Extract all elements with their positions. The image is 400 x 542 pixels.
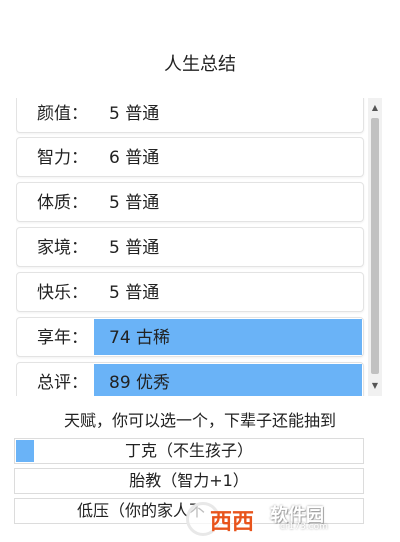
stat-label: 智力：	[37, 148, 88, 168]
stat-label: 体质：	[37, 193, 88, 213]
stat-value: 5 普通	[109, 104, 160, 124]
talent-option-dink[interactable]: 丁克（不生孩子）	[14, 438, 364, 464]
talent-option-label: 胎教（智力+1）	[129, 471, 249, 490]
talent-prompt: 天赋，你可以选一个，下辈子还能抽到	[63, 411, 336, 430]
stat-label: 总评：	[37, 373, 88, 393]
stat-value: 5 普通	[109, 238, 160, 258]
scrollbar[interactable]: ▲ ▼	[368, 98, 382, 396]
stat-value: 89 优秀	[109, 373, 171, 393]
stat-label: 快乐：	[37, 283, 88, 303]
selected-indicator	[16, 440, 34, 462]
watermark-brand-icon: 西西	[210, 510, 255, 535]
stat-value: 5 普通	[109, 193, 160, 213]
watermark-url: cr173.com	[280, 522, 328, 532]
stat-value: 6 普通	[109, 148, 160, 168]
stat-row-lifespan: 享年： 74 古稀	[16, 317, 364, 357]
page-title: 人生总结	[164, 54, 236, 75]
stat-row-intelligence: 智力： 6 普通	[16, 137, 364, 177]
scroll-down-arrow-icon[interactable]: ▼	[368, 378, 382, 394]
stat-label: 享年：	[37, 328, 88, 348]
stat-row-rating: 总评： 89 优秀	[16, 362, 364, 396]
stat-row-happiness: 快乐： 5 普通	[16, 272, 364, 312]
stat-label: 家境：	[37, 238, 88, 258]
summary-list[interactable]: 颜值： 5 普通 智力： 6 普通 体质： 5 普通 家境： 5 普通 快乐： …	[16, 98, 368, 396]
scroll-up-arrow-icon[interactable]: ▲	[368, 100, 382, 116]
stat-value: 74 古稀	[109, 328, 171, 348]
stat-row-constitution: 体质： 5 普通	[16, 182, 364, 222]
scrollbar-thumb[interactable]	[371, 118, 379, 374]
stat-row-family: 家境： 5 普通	[16, 227, 364, 267]
stat-label: 颜值：	[37, 104, 88, 124]
stat-value: 5 普通	[109, 283, 160, 303]
stat-row-appearance: 颜值： 5 普通	[16, 98, 364, 133]
talent-option-label: 丁克（不生孩子）	[124, 441, 253, 460]
watermark-logo: 西西 软件园 cr173.com	[180, 500, 392, 536]
talent-option-prenatal[interactable]: 胎教（智力+1）	[14, 468, 364, 494]
